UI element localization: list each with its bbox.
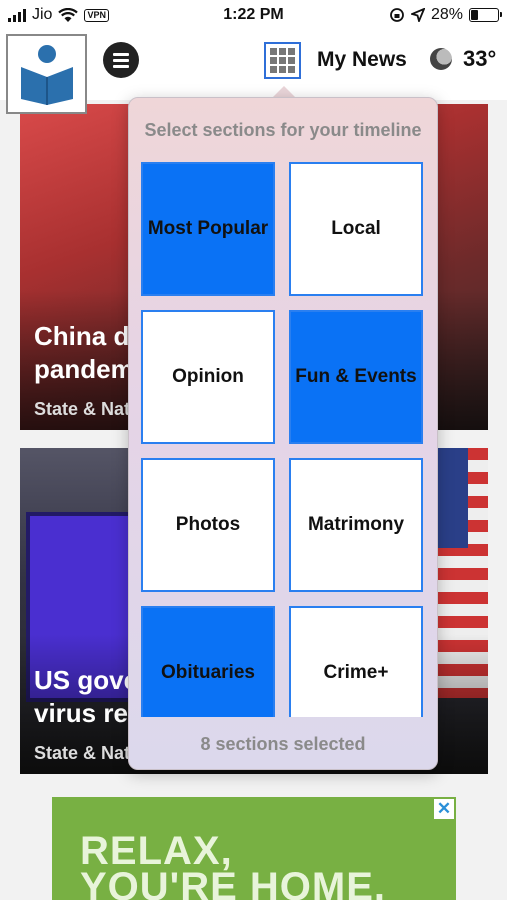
battery-level [471, 10, 478, 20]
section-tile[interactable]: Crime+ [289, 606, 423, 717]
status-right: 28% [389, 6, 502, 24]
header-title[interactable]: My News [317, 48, 407, 72]
tile-label: Opinion [172, 366, 244, 387]
ad-text: RELAX, YOU'RE HOME. [80, 829, 386, 900]
section-selector-popover: Select sections for your timeline Most P… [128, 97, 438, 770]
battery-percent: 28% [430, 6, 463, 23]
close-icon[interactable]: ✕ [434, 799, 454, 819]
status-bar: Jio VPN 1:22 PM 28% [0, 0, 507, 30]
rotation-lock-icon [390, 8, 404, 22]
tile-label: Fun & Events [295, 366, 417, 387]
tile-label: Local [331, 218, 381, 239]
tile-label: Obituaries [161, 662, 255, 683]
temperature: 33° [463, 46, 497, 71]
section-tile[interactable]: Opinion [141, 310, 275, 444]
menu-icon[interactable] [103, 42, 139, 78]
moon-icon [430, 48, 452, 70]
card-section: State & Nat [34, 399, 131, 419]
section-tile[interactable]: Local [289, 162, 423, 296]
tile-label: Matrimony [307, 514, 405, 535]
popover-title: Select sections for your timeline [144, 120, 422, 140]
section-tile[interactable]: Obituaries [141, 606, 275, 717]
selected-count: 8 sections selected [200, 734, 366, 754]
tile-label: Most Popular [147, 218, 269, 239]
card-section: State & Nat [34, 743, 131, 763]
battery-icon [469, 8, 502, 22]
tile-label: Crime+ [323, 662, 389, 683]
section-tile[interactable]: Photos [141, 458, 275, 592]
app-header: My News 33° [0, 30, 507, 114]
section-tile[interactable]: Fun & Events [289, 310, 423, 444]
location-icon [410, 8, 425, 22]
tile-label: Photos [175, 514, 241, 535]
logo-book-icon[interactable] [6, 34, 87, 114]
ad-banner[interactable]: RELAX, YOU'RE HOME. ✕ [52, 797, 456, 900]
section-tiles: Most Popular Local Opinion Fun & Events … [141, 162, 427, 717]
section-tile[interactable]: Most Popular [141, 162, 275, 296]
section-tile[interactable]: Matrimony [289, 458, 423, 592]
grid-icon[interactable] [264, 42, 301, 79]
